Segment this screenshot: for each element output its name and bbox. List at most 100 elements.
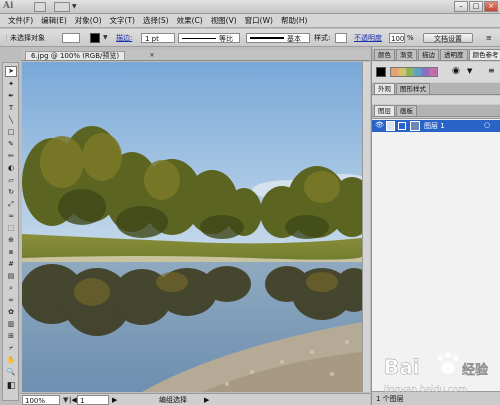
status-text: 编组选择 (159, 396, 187, 404)
base-color-swatch[interactable] (376, 67, 386, 77)
fill-swatch[interactable] (62, 33, 80, 43)
stroke-weight-field[interactable]: 1 pt (141, 33, 175, 43)
menu-view[interactable]: 视图(V) (207, 15, 241, 27)
status-menu-icon[interactable]: ▶ (204, 395, 209, 405)
expand-triangle-icon[interactable] (398, 122, 406, 130)
menu-type[interactable]: 文字(T) (106, 15, 139, 27)
minimize-button[interactable]: – (454, 1, 468, 12)
tab-artboards[interactable]: 画板 (396, 105, 417, 116)
next-artboard-icon[interactable]: ▶ (112, 395, 117, 405)
blend-tool-icon[interactable]: ∞ (5, 295, 17, 306)
layer-thumbnail (410, 121, 420, 131)
menu-object[interactable]: 对象(O) (71, 15, 106, 27)
document-tab[interactable]: 6.jpg @ 100% (RGB/预览) (25, 51, 126, 60)
eyedropper-tool-icon[interactable]: ⌕ (5, 283, 17, 294)
close-tab-icon[interactable]: × (149, 51, 155, 59)
baidu-logo: Bai 经验 jingyan.baidu.com (383, 352, 489, 395)
graphic-style-picker[interactable] (335, 33, 347, 43)
opacity-field[interactable]: 100 (389, 33, 405, 43)
harmony-swatches[interactable] (390, 67, 438, 77)
hand-tool-icon[interactable]: ✋ (5, 355, 17, 366)
chevron-down-icon[interactable]: ▼ (467, 67, 472, 75)
tab-transparency[interactable]: 透明度 (440, 49, 468, 60)
illustrator-window: Ai ▼ – □ × 文件(F) 编辑(E) 对象(O) 文字(T) 选择(S)… (0, 0, 500, 405)
bridge-icon[interactable] (34, 2, 46, 12)
harmony-rules-icon[interactable]: ◉ (452, 66, 460, 76)
selection-tool-icon[interactable]: ➤ (5, 66, 17, 77)
chevron-down-icon[interactable]: ▼ (63, 395, 68, 405)
artboard-canvas[interactable] (22, 62, 362, 392)
tab-appearance[interactable]: 外观 (374, 83, 395, 94)
mesh-tool-icon[interactable]: # (5, 259, 17, 270)
tab-graphic-styles[interactable]: 图形样式 (396, 83, 430, 94)
scale-tool-icon[interactable]: ⤢ (5, 199, 17, 210)
first-artboard-icon[interactable]: |◀ (69, 395, 77, 405)
layer-row[interactable]: 👁 图层 1 ○ (372, 120, 500, 132)
chevron-down-icon[interactable]: ▼ (72, 3, 77, 10)
zoom-tool-icon[interactable]: 🔍 (5, 367, 17, 378)
color-panel-tabs: 颜色 渐变 描边 透明度 颜色参考 (372, 49, 500, 61)
stroke-swatch[interactable] (90, 33, 100, 43)
warp-tool-icon[interactable]: ≈ (5, 211, 17, 222)
opacity-unit: % (407, 34, 414, 42)
brush-definition[interactable]: 基本 (246, 33, 310, 43)
chevron-down-icon[interactable]: ▼ (103, 33, 108, 43)
magic-wand-tool-icon[interactable]: ✦ (5, 79, 17, 90)
line-tool-icon[interactable]: ╲ (5, 115, 17, 126)
panel-menu-icon[interactable]: ≡ (488, 66, 495, 75)
landscape-photo (22, 62, 362, 392)
maximize-button[interactable]: □ (469, 1, 483, 12)
gradient-tool-icon[interactable]: ▤ (5, 271, 17, 282)
pencil-tool-icon[interactable]: ✏ (5, 151, 17, 162)
arrange-documents-icon[interactable] (54, 2, 70, 12)
menu-select[interactable]: 选择(S) (139, 15, 173, 27)
column-graph-tool-icon[interactable]: ▥ (5, 319, 17, 330)
free-transform-tool-icon[interactable]: ⬚ (5, 223, 17, 234)
tab-color-guide[interactable]: 颜色参考 (468, 49, 500, 60)
document-tab-bar: 6.jpg @ 100% (RGB/预览) × (21, 50, 370, 61)
tab-color[interactable]: 颜色 (374, 49, 395, 60)
target-icon[interactable]: ○ (484, 121, 490, 129)
eraser-tool-icon[interactable]: ▱ (5, 175, 17, 186)
tab-gradient[interactable]: 渐变 (396, 49, 417, 60)
blob-brush-tool-icon[interactable]: ◐ (5, 163, 17, 174)
brush-label: 基本 (287, 35, 301, 43)
fill-stroke-icon[interactable]: ◧ (5, 381, 17, 392)
type-tool-icon[interactable]: T (5, 103, 17, 114)
menu-file[interactable]: 文件(F) (4, 15, 37, 27)
svg-text:Bai: Bai (384, 355, 420, 379)
vertical-scrollbar[interactable] (362, 62, 370, 392)
svg-text:jingyan.baidu.com: jingyan.baidu.com (383, 385, 467, 395)
layer-name[interactable]: 图层 1 (424, 121, 445, 131)
menu-window[interactable]: 窗口(W) (241, 15, 277, 27)
pen-tool-icon[interactable]: ✒ (5, 91, 17, 102)
close-button[interactable]: × (484, 1, 498, 12)
menu-edit[interactable]: 编辑(E) (37, 15, 71, 27)
perspective-grid-tool-icon[interactable]: ⧈ (5, 247, 17, 258)
paintbrush-tool-icon[interactable]: ✎ (5, 139, 17, 150)
eye-icon[interactable]: 👁 (375, 121, 384, 129)
symbol-sprayer-tool-icon[interactable]: ✿ (5, 307, 17, 318)
document-settings-button[interactable]: 文档设置 (423, 33, 473, 43)
tab-stroke[interactable]: 描边 (418, 49, 439, 60)
zoom-field[interactable]: 100% (22, 395, 60, 405)
shape-builder-tool-icon[interactable]: ⊕ (5, 235, 17, 246)
app-logo: Ai (3, 1, 14, 11)
rectangle-tool-icon[interactable]: □ (5, 127, 17, 138)
artboard-tool-icon[interactable]: ⊞ (5, 331, 17, 342)
control-bar: ⋮ 未选择对象 ▼ 描边: 1 pt 等比 基本 样式: 不透明度 100 % … (0, 29, 500, 47)
artboard-field[interactable]: 1 (77, 395, 109, 405)
selection-status: 未选择对象 (10, 34, 45, 42)
style-label: 样式: (314, 34, 331, 42)
svg-text:经验: 经验 (462, 362, 489, 378)
variable-width-profile[interactable]: 等比 (178, 33, 240, 43)
rotate-tool-icon[interactable]: ↻ (5, 187, 17, 198)
opacity-link[interactable]: 不透明度 (354, 33, 382, 43)
tab-layers[interactable]: 图层 (374, 105, 395, 116)
menu-help[interactable]: 帮助(H) (277, 15, 312, 27)
menu-effect[interactable]: 效果(C) (173, 15, 207, 27)
slice-tool-icon[interactable]: ⌿ (5, 343, 17, 354)
stroke-link[interactable]: 描边: (116, 33, 132, 43)
panel-menu-icon[interactable]: ≡ (486, 33, 492, 43)
lock-toggle[interactable] (386, 121, 395, 131)
